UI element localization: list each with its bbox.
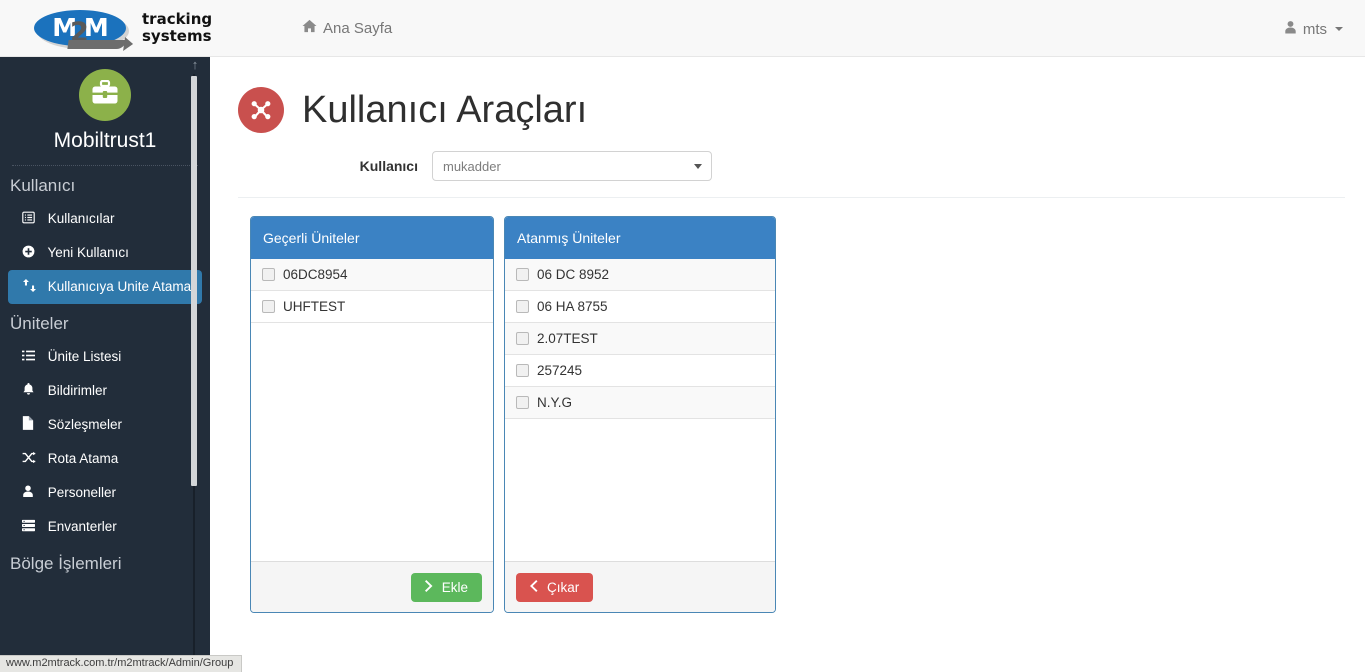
list-item[interactable]: 06DC8954 xyxy=(251,259,493,291)
status-bar-url: www.m2mtrack.com.tr/m2mtrack/Admin/Group xyxy=(6,657,234,669)
exchange-icon xyxy=(22,278,39,297)
panel-available-footer: Ekle xyxy=(251,561,493,612)
nav-home-link[interactable]: Ana Sayfa xyxy=(302,19,392,37)
chevron-left-icon xyxy=(530,579,540,595)
list-item[interactable]: 2.07TEST xyxy=(505,323,775,355)
user-menu[interactable]: mts xyxy=(1284,20,1343,38)
sidebar-item-bildirimler[interactable]: Bildirimler xyxy=(0,374,210,408)
user-select-value: mukadder xyxy=(443,158,501,174)
sidebar-item-rota-atama[interactable]: Rota Atama xyxy=(0,442,210,476)
user-filter-row: Kullanıcı mukadder xyxy=(210,133,1365,181)
checkbox[interactable] xyxy=(516,268,529,281)
sidebar-item-label: Ünite Listesi xyxy=(47,349,122,364)
list-item[interactable]: 06 HA 8755 xyxy=(505,291,775,323)
chevron-down-icon xyxy=(1335,27,1343,31)
list-item[interactable]: 257245 xyxy=(505,355,775,387)
user-select[interactable]: mukadder xyxy=(432,151,712,181)
sidebar-item-label: Envanterler xyxy=(47,519,117,534)
list-alt-icon xyxy=(22,210,39,229)
brand-logo[interactable]: M M 2 tracking systems xyxy=(30,4,212,52)
server-icon xyxy=(22,518,39,537)
status-bar: www.m2mtrack.com.tr/m2mtrack/Admin/Group xyxy=(0,655,243,672)
list-item-label: 06DC8954 xyxy=(283,267,348,282)
home-icon xyxy=(302,19,317,37)
arrow-up-icon[interactable]: ↑ xyxy=(190,58,200,71)
sidebar: Mobiltrust1 Kullanıcı Kullanıcılar Yeni … xyxy=(0,57,210,672)
bell-icon xyxy=(22,382,39,401)
panel-available-list[interactable]: 06DC8954 UHFTEST xyxy=(251,259,493,561)
user-icon xyxy=(22,484,39,503)
user-icon xyxy=(1284,20,1297,38)
page-title: Kullanıcı Araçları xyxy=(302,89,588,131)
main-content: Kullanıcı Araçları Kullanıcı mukadder Ge… xyxy=(210,57,1365,672)
sidebar-profile-name: Mobiltrust1 xyxy=(53,129,157,152)
list-item[interactable]: 06 DC 8952 xyxy=(505,259,775,291)
add-button-label: Ekle xyxy=(441,579,468,595)
sidebar-item-kullaniciya-unite-atama[interactable]: Kullanıcıya Unite Atama xyxy=(8,270,202,304)
avatar xyxy=(79,69,131,121)
brand-wordmark: tracking systems xyxy=(142,11,212,45)
sidebar-item-label: Bildirimler xyxy=(47,383,108,398)
sidebar-item-label: Sözleşmeler xyxy=(47,417,123,432)
remove-button[interactable]: Çıkar xyxy=(516,572,594,602)
list-item-label: 257245 xyxy=(537,363,583,378)
brand-word-line1: tracking xyxy=(142,10,213,28)
remove-button-label: Çıkar xyxy=(547,579,580,595)
checkbox[interactable] xyxy=(516,300,529,313)
sidebar-item-label: Yeni Kullanıcı xyxy=(47,245,129,260)
random-icon xyxy=(22,450,39,469)
sidebar-profile: Mobiltrust1 xyxy=(0,57,210,166)
checkbox[interactable] xyxy=(516,396,529,409)
sidebar-item-sozlesmeler[interactable]: Sözleşmeler xyxy=(0,408,210,442)
panel-assigned-footer: Çıkar xyxy=(505,561,775,612)
brand-word-line2: systems xyxy=(142,27,212,45)
list-item-label: 06 HA 8755 xyxy=(537,299,608,314)
sidebar-scrollbar[interactable]: ↑ xyxy=(188,57,202,672)
logo-road-arrow-icon xyxy=(67,40,127,49)
sidebar-item-label: Kullanıcıya Unite Atama xyxy=(47,279,192,294)
user-filter-label: Kullanıcı xyxy=(359,158,418,174)
nav-home-label: Ana Sayfa xyxy=(323,19,393,37)
sidebar-item-personeller[interactable]: Personeller xyxy=(0,476,210,510)
scrollbar-thumb[interactable] xyxy=(191,76,197,486)
sidebar-item-envanterler[interactable]: Envanterler xyxy=(0,510,210,544)
transfer-panels: Geçerli Üniteler 06DC8954 UHFTEST Ekle A… xyxy=(210,198,1365,613)
sidebar-group-title-uniteler: Üniteler xyxy=(10,314,69,333)
plus-circle-icon xyxy=(22,244,39,263)
chevron-down-icon xyxy=(694,164,702,169)
list-item-label: N.Y.G xyxy=(537,395,573,410)
sitemap-icon xyxy=(238,87,284,133)
sidebar-group-title-bolge-islemleri: Bölge İşlemleri xyxy=(10,554,122,573)
page-header: Kullanıcı Araçları xyxy=(210,57,1365,133)
sidebar-item-unite-listesi[interactable]: Ünite Listesi xyxy=(0,340,210,374)
user-menu-label: mts xyxy=(1302,20,1327,38)
sidebar-item-kullanicilar[interactable]: Kullanıcılar xyxy=(0,202,210,236)
m2m-logo-icon: M M 2 xyxy=(30,6,132,50)
sidebar-item-label: Rota Atama xyxy=(47,451,119,466)
panel-assigned-units: Atanmış Üniteler 06 DC 8952 06 HA 8755 2… xyxy=(504,216,776,613)
sidebar-item-label: Personeller xyxy=(47,485,117,500)
panel-available-units: Geçerli Üniteler 06DC8954 UHFTEST Ekle xyxy=(250,216,494,613)
list-item[interactable]: UHFTEST xyxy=(251,291,493,323)
list-icon xyxy=(22,348,39,367)
checkbox[interactable] xyxy=(262,268,275,281)
checkbox[interactable] xyxy=(516,364,529,377)
briefcase-icon xyxy=(91,79,119,111)
file-icon xyxy=(22,416,39,435)
list-item-label: UHFTEST xyxy=(283,299,346,314)
checkbox[interactable] xyxy=(262,300,275,313)
sidebar-group-title-kullanici: Kullanıcı xyxy=(10,176,76,195)
list-item[interactable]: N.Y.G xyxy=(505,387,775,419)
panel-assigned-title: Atanmış Üniteler xyxy=(505,217,775,259)
add-button[interactable]: Ekle xyxy=(410,572,482,602)
chevron-right-icon xyxy=(424,579,435,595)
checkbox[interactable] xyxy=(516,332,529,345)
sidebar-item-label: Kullanıcılar xyxy=(47,211,115,226)
sidebar-item-yeni-kullanici[interactable]: Yeni Kullanıcı xyxy=(0,236,210,270)
panel-available-title: Geçerli Üniteler xyxy=(251,217,493,259)
top-navbar: M M 2 tracking systems Ana Sayfa mts xyxy=(0,0,1365,57)
list-item-label: 2.07TEST xyxy=(537,331,598,346)
list-item-label: 06 DC 8952 xyxy=(537,267,610,282)
panel-assigned-list[interactable]: 06 DC 8952 06 HA 8755 2.07TEST 257245 N.… xyxy=(505,259,775,561)
